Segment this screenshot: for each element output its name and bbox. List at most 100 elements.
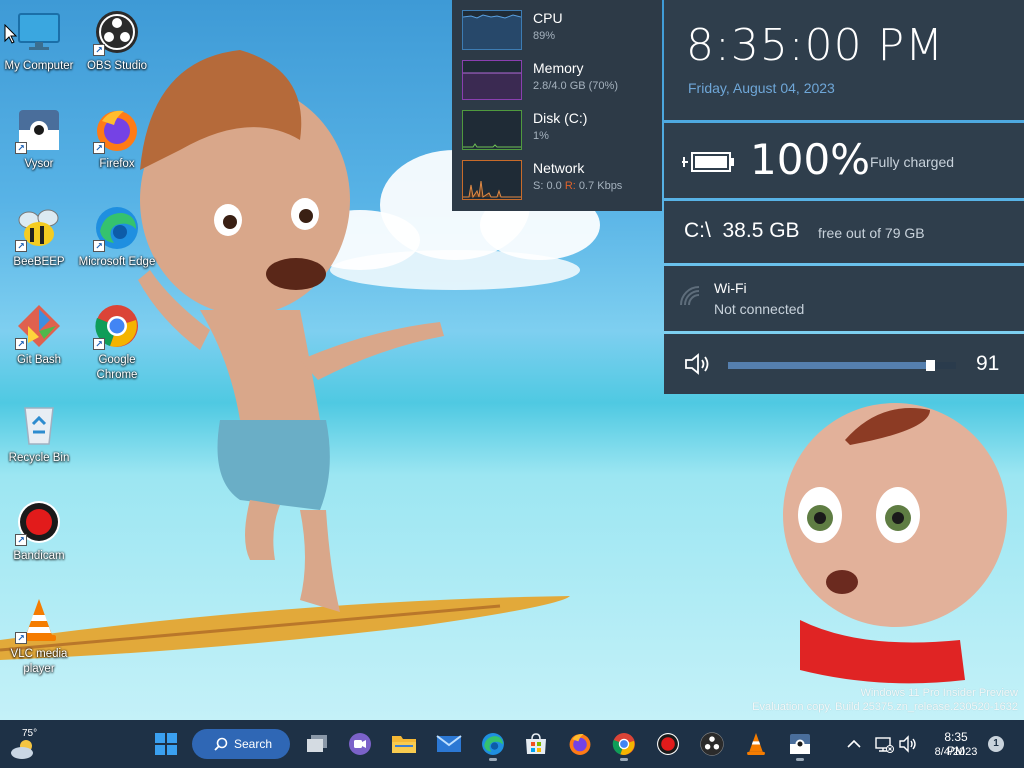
desktop-icon-label: Firefox — [99, 158, 135, 170]
network-title: Network — [533, 160, 585, 176]
taskbar-file-explorer[interactable] — [386, 726, 422, 762]
battery-status: Fully charged — [870, 154, 955, 170]
volume-widget[interactable]: 91 — [664, 334, 1024, 394]
desktop-icon-recycle-bin[interactable]: Recycle Bin — [0, 400, 78, 466]
notification-badge[interactable]: 1 — [988, 736, 1004, 752]
obs-studio-icon: ↗ — [93, 8, 141, 56]
running-indicator — [796, 758, 804, 761]
shortcut-arrow-icon: ↗ — [15, 142, 27, 154]
taskbar-bandicam[interactable] — [650, 726, 686, 762]
taskbar-mail[interactable] — [431, 726, 467, 762]
vysor-icon: ↗ — [15, 106, 63, 154]
taskbar-firefox[interactable] — [562, 726, 598, 762]
shortcut-arrow-icon: ↗ — [15, 240, 27, 252]
speaker-icon[interactable] — [684, 352, 714, 376]
taskbar-edge[interactable] — [475, 726, 511, 762]
vlc-cone-icon — [747, 733, 765, 755]
obs-studio-icon — [700, 732, 724, 756]
desktop-icon-label: Vysor — [24, 158, 54, 170]
wifi-title: Wi-Fi — [714, 280, 747, 296]
taskbar-obs[interactable] — [694, 726, 730, 762]
chevron-up-icon[interactable] — [844, 734, 864, 754]
weather-temperature: 75° — [22, 728, 38, 739]
desktop-icon-label: Microsoft Edge — [78, 256, 156, 268]
cartoon-baby-sleeve — [800, 620, 965, 684]
desktop-icon-firefox[interactable]: ↗ Firefox — [78, 106, 156, 172]
taskbar-chrome[interactable] — [606, 726, 642, 762]
recycle-bin-icon — [15, 400, 63, 448]
desktop-icon-label: BeeBEEP — [13, 256, 65, 268]
desktop-icon-label: Recycle Bin — [8, 452, 70, 464]
taskbar: 75° Search 8:35 PM 8/4/2023 1 — [0, 720, 1024, 768]
shortcut-arrow-icon: ↗ — [15, 534, 27, 546]
desktop-icon-label: Bandicam — [13, 550, 65, 562]
network-monitor[interactable]: Network S: 0.0 R: 0.7 Kbps — [462, 160, 657, 200]
taskbar-chat[interactable] — [342, 726, 378, 762]
desktop-icon-bandicam[interactable]: ↗ Bandicam — [0, 498, 78, 564]
taskbar-task-view[interactable] — [299, 726, 335, 762]
task-view-icon — [307, 735, 327, 752]
memory-monitor[interactable]: Memory 2.8/4.0 GB (70%) — [462, 60, 657, 100]
clock-time: 8:35:00 PM — [686, 20, 945, 71]
desktop-icon-label: VLC media player — [10, 648, 68, 675]
monitor-icon — [15, 8, 63, 56]
cpu-graph — [462, 10, 522, 50]
weather-widget[interactable]: 75° — [8, 728, 48, 762]
taskbar-vlc[interactable] — [738, 726, 774, 762]
taskbar-vysor[interactable] — [782, 726, 818, 762]
desktop-icon-label: OBS Studio — [86, 60, 148, 72]
volume-slider-thumb[interactable] — [926, 360, 935, 371]
taskbar-search-button[interactable]: Search — [192, 729, 290, 759]
volume-value: 91 — [976, 352, 1000, 375]
memory-title: Memory — [533, 60, 584, 76]
vysor-icon — [790, 734, 810, 754]
battery-percent: 100% — [750, 135, 871, 184]
desktop-icon-label: My Computer — [4, 60, 74, 72]
desktop-icon-vysor[interactable]: ↗ Vysor — [0, 106, 78, 172]
network-icon[interactable] — [874, 734, 894, 754]
desktop-icon-git-bash[interactable]: ↗ Git Bash — [0, 302, 78, 368]
mouse-cursor-icon — [4, 24, 18, 44]
desktop-icon-google-chrome[interactable]: ↗ Google Chrome — [78, 302, 156, 383]
volume-slider-fill — [728, 362, 935, 369]
network-recv-label: R: — [564, 180, 576, 192]
desktop-icon-vlc[interactable]: ↗ VLC media player — [0, 596, 78, 677]
search-label: Search — [234, 737, 273, 751]
desktop-icon-microsoft-edge[interactable]: ↗ Microsoft Edge — [78, 204, 156, 270]
network-recv-value: 0.7 Kbps — [578, 180, 623, 192]
system-monitor-widget: CPU 89% Memory 2.8/4.0 GB (70%) Disk (C:… — [452, 0, 662, 211]
shortcut-arrow-icon: ↗ — [93, 338, 105, 350]
start-button[interactable] — [148, 726, 184, 762]
desktop-icon-beebeep[interactable]: ↗ BeeBEEP — [0, 204, 78, 270]
taskbar-store[interactable] — [518, 726, 554, 762]
volume-icon[interactable] — [898, 734, 918, 754]
drive-widget[interactable]: C:\ 38.5 GB free out of 79 GB — [664, 201, 1024, 263]
battery-icon — [682, 152, 734, 172]
volume-slider[interactable] — [728, 360, 956, 371]
shortcut-arrow-icon: ↗ — [93, 240, 105, 252]
cpu-value: 89% — [533, 30, 556, 42]
drive-space: C:\ 38.5 GB — [684, 219, 800, 242]
vlc-cone-icon: ↗ — [15, 596, 63, 644]
desktop-icon-obs-studio[interactable]: ↗ OBS Studio — [78, 8, 156, 74]
taskbar-clock-date[interactable]: 8/4/2023 — [932, 746, 980, 758]
windows-logo-icon — [155, 733, 177, 755]
shortcut-arrow-icon: ↗ — [15, 338, 27, 350]
network-value: S: 0.0 R: 0.7 Kbps — [533, 180, 622, 192]
clock-widget[interactable]: 8:35:00 PM Friday, August 04, 2023 — [664, 0, 1024, 120]
git-bash-icon: ↗ — [15, 302, 63, 350]
wifi-widget[interactable]: Wi-Fi Not connected — [664, 266, 1024, 331]
network-graph — [462, 160, 522, 200]
surfboard — [0, 596, 570, 660]
disk-monitor[interactable]: Disk (C:) 1% — [462, 110, 657, 150]
shortcut-arrow-icon: ↗ — [93, 142, 105, 154]
watermark-build: Evaluation copy. Build 25375.zn_release.… — [752, 701, 1018, 713]
windows-watermark: Windows 11 Pro Insider Preview Evaluatio… — [752, 686, 1018, 714]
cpu-monitor[interactable]: CPU 89% — [462, 10, 657, 50]
cartoon-boy-shorts — [217, 420, 330, 510]
battery-widget[interactable]: 100% Fully charged — [664, 123, 1024, 198]
desktop-icon-label: Git Bash — [16, 354, 62, 366]
teams-chat-icon — [349, 733, 371, 755]
edge-icon — [482, 733, 504, 755]
memory-value: 2.8/4.0 GB (70%) — [533, 80, 618, 92]
